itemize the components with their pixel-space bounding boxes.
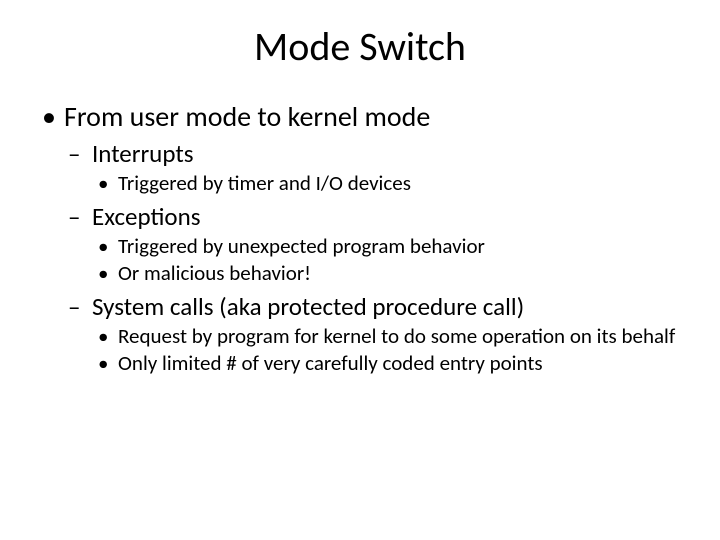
- bullet-list-level3: Triggered by unexpected program behavior…: [92, 234, 684, 287]
- slide: Mode Switch From user mode to kernel mod…: [0, 0, 720, 540]
- slide-title: Mode Switch: [36, 22, 684, 71]
- list-item: From user mode to kernel mode Interrupts…: [36, 99, 684, 377]
- bullet-list-level3: Request by program for kernel to do some…: [92, 324, 684, 377]
- bullet-text: Interrupts: [92, 138, 194, 169]
- bullet-text: Request by program for kernel to do some…: [118, 323, 675, 349]
- bullet-text: System calls (aka protected procedure ca…: [92, 291, 524, 322]
- list-item: Exceptions Triggered by unexpected progr…: [64, 201, 684, 287]
- bullet-list-level1: From user mode to kernel mode Interrupts…: [36, 99, 684, 377]
- bullet-text: Only limited # of very carefully coded e…: [118, 350, 543, 376]
- list-item: Interrupts Triggered by timer and I/O de…: [64, 138, 684, 197]
- bullet-list-level2: Interrupts Triggered by timer and I/O de…: [64, 138, 684, 377]
- bullet-text: From user mode to kernel mode: [64, 99, 430, 134]
- list-item: Or malicious behavior!: [92, 261, 684, 287]
- bullet-list-level3: Triggered by timer and I/O devices: [92, 171, 684, 197]
- list-item: Triggered by unexpected program behavior: [92, 234, 684, 260]
- list-item: Triggered by timer and I/O devices: [92, 171, 684, 197]
- bullet-text: Exceptions: [92, 201, 201, 232]
- list-item: Only limited # of very carefully coded e…: [92, 351, 684, 377]
- list-item: Request by program for kernel to do some…: [92, 324, 684, 350]
- bullet-text: Or malicious behavior!: [118, 260, 311, 286]
- bullet-text: Triggered by unexpected program behavior: [118, 233, 485, 259]
- bullet-text: Triggered by timer and I/O devices: [118, 170, 411, 196]
- list-item: System calls (aka protected procedure ca…: [64, 291, 684, 377]
